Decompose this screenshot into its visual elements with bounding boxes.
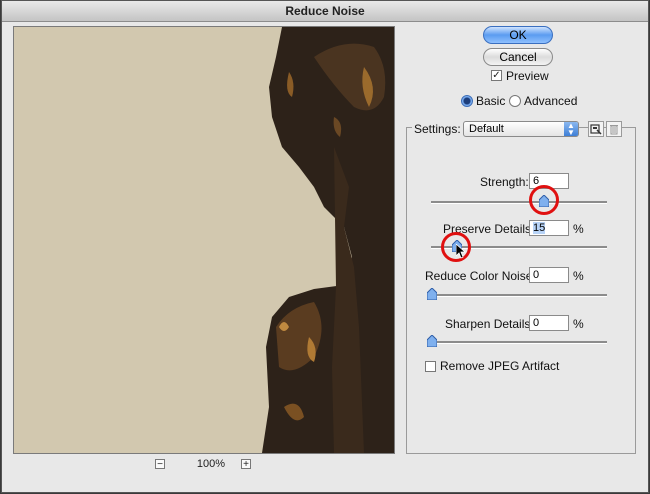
sharpen-details-slider-thumb[interactable] <box>427 335 437 347</box>
preview-label: Preview <box>506 69 549 83</box>
sharpen-details-slider-track[interactable] <box>431 341 607 344</box>
zoom-level: 100% <box>196 458 226 470</box>
preview-image[interactable] <box>13 26 395 454</box>
advanced-radio[interactable] <box>509 95 521 107</box>
chevron-updown-icon: ▲ ▼ <box>564 122 578 137</box>
strength-slider-track[interactable] <box>431 201 607 204</box>
preserve-details-value: 15 <box>533 222 546 234</box>
save-settings-button[interactable] <box>588 121 604 137</box>
preview-checkbox[interactable]: ✓ <box>491 70 502 81</box>
ok-button[interactable]: OK <box>483 26 553 44</box>
strength-label: Strength: <box>480 175 529 189</box>
sharpen-details-value: 0 <box>533 317 540 329</box>
advanced-label: Advanced <box>524 94 578 108</box>
settings-select[interactable]: Default ▲ ▼ <box>463 121 579 137</box>
statue-photo <box>14 27 394 453</box>
save-settings-icon <box>590 124 602 135</box>
sharpen-details-unit: % <box>573 317 584 331</box>
reduce-color-noise-label: Reduce Color Noise: <box>425 269 536 283</box>
strength-highlight-circle <box>529 185 559 215</box>
sharpen-details-label: Sharpen Details: <box>445 317 534 331</box>
reduce-color-noise-value: 0 <box>533 269 540 281</box>
reduce-color-noise-field[interactable]: 0 <box>529 267 569 283</box>
preserve-details-unit: % <box>573 222 584 236</box>
reduce-color-noise-slider-thumb[interactable] <box>427 288 437 300</box>
window-title: Reduce Noise <box>2 1 648 22</box>
zoom-in-button[interactable]: + <box>241 459 251 470</box>
basic-label: Basic <box>476 94 506 108</box>
reduce-color-noise-slider-track[interactable] <box>431 294 607 297</box>
settings-label: Settings: <box>412 122 463 136</box>
mouse-pointer-icon <box>456 244 466 259</box>
settings-value: Default <box>469 123 504 135</box>
cancel-button[interactable]: Cancel <box>483 48 553 66</box>
delete-settings-button[interactable] <box>606 121 622 137</box>
preserve-details-field[interactable]: 15 <box>529 220 569 236</box>
remove-jpeg-artifact-label: Remove JPEG Artifact <box>440 359 560 373</box>
remove-jpeg-artifact-checkbox[interactable] <box>425 361 436 372</box>
sharpen-details-field[interactable]: 0 <box>529 315 569 331</box>
zoom-out-button[interactable]: − <box>155 459 165 470</box>
trash-icon <box>610 125 618 135</box>
reduce-color-noise-unit: % <box>573 269 584 283</box>
basic-radio[interactable] <box>461 95 473 107</box>
